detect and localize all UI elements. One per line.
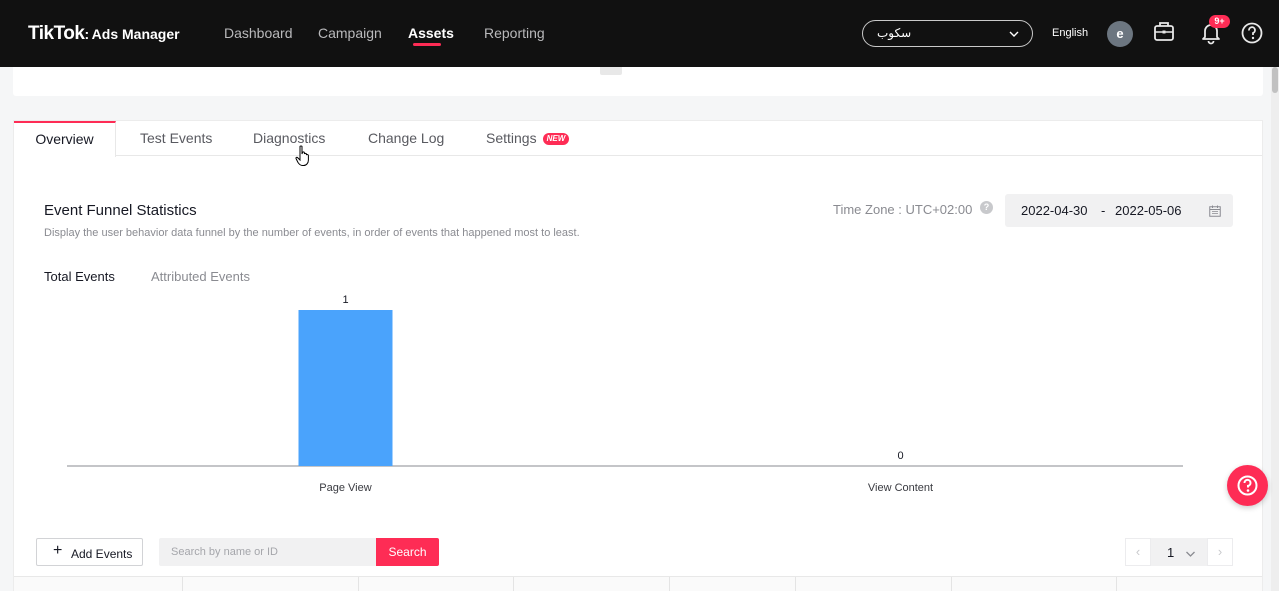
chart-bar[interactable]	[298, 310, 393, 466]
help-circle-icon[interactable]	[1241, 20, 1265, 51]
date-end: 2022-05-06	[1115, 203, 1182, 218]
account-selector[interactable]: سكوب	[862, 20, 1033, 47]
nav-item-reporting[interactable]: Reporting	[484, 25, 545, 41]
prev-page-button[interactable]: ‹	[1125, 538, 1151, 566]
logo-text: TikTok	[28, 23, 85, 44]
calendar-icon	[1209, 205, 1221, 220]
page-scrollbar[interactable]	[1271, 67, 1279, 591]
chevron-down-icon	[1185, 547, 1196, 562]
tab-diagnostics[interactable]: Diagnostics	[253, 121, 325, 156]
avatar[interactable]: e	[1107, 21, 1133, 47]
date-start: 2022-04-30	[1021, 203, 1088, 218]
scrollbar-thumb[interactable]	[1272, 67, 1278, 93]
nav-item-campaign[interactable]: Campaign	[318, 25, 382, 41]
chevron-down-icon	[1008, 27, 1020, 45]
search-button[interactable]: Search	[376, 538, 439, 566]
event-funnel-chart: 1 Page View 0 View Content	[67, 294, 1183, 494]
column-divider	[951, 577, 952, 591]
events-table-header	[14, 576, 1262, 591]
nav-item-assets[interactable]: Assets	[408, 25, 454, 41]
top-navigation-bar: TikTok: Ads Manager Dashboard Campaign As…	[0, 0, 1279, 67]
chart-value-label: 1	[342, 294, 348, 306]
copy-icon[interactable]	[600, 67, 622, 75]
section-description: Display the user behavior data funnel by…	[44, 227, 580, 239]
column-divider	[795, 577, 796, 591]
search-input[interactable]	[159, 538, 376, 566]
subtab-total-events[interactable]: Total Events	[44, 269, 115, 284]
section-title: Event Funnel Statistics	[44, 202, 197, 219]
notification-badge: 9+	[1209, 15, 1230, 28]
next-page-button[interactable]: ›	[1207, 538, 1233, 566]
tab-test-events[interactable]: Test Events	[140, 121, 212, 156]
nav-item-dashboard[interactable]: Dashboard	[224, 25, 293, 41]
new-badge: NEW	[542, 133, 570, 145]
help-chat-button[interactable]	[1227, 465, 1268, 506]
subtab-attributed-events[interactable]: Attributed Events	[151, 269, 250, 284]
current-page: 1	[1167, 545, 1175, 560]
add-events-label: Add Events	[71, 547, 133, 561]
event-overview-card: Overview Test Events Diagnostics Change …	[13, 120, 1263, 591]
question-mark-icon[interactable]: ?	[980, 201, 993, 214]
column-divider	[182, 577, 183, 591]
plus-icon: +	[53, 542, 63, 559]
help-icon	[1237, 475, 1258, 496]
column-divider	[358, 577, 359, 591]
language-switcher[interactable]: English	[1052, 27, 1088, 39]
add-events-button[interactable]: + Add Events	[36, 538, 143, 566]
briefcase-icon[interactable]	[1153, 20, 1175, 49]
pixel-header-card	[13, 67, 1263, 96]
tab-settings-label: Settings	[486, 130, 537, 146]
tab-overview[interactable]: Overview	[14, 121, 116, 157]
page-size-selector[interactable]: 1	[1151, 538, 1207, 566]
column-divider	[513, 577, 514, 591]
logo-subtext: Ads Manager	[91, 26, 180, 42]
chart-category-label: Page View	[319, 482, 371, 494]
date-separator: -	[1101, 203, 1106, 218]
hand-pointer-cursor-icon	[295, 145, 311, 172]
column-divider	[669, 577, 670, 591]
date-range-picker[interactable]: 2022-04-30 - 2022-05-06	[1005, 194, 1233, 227]
timezone-label: Time Zone : UTC+02:00	[833, 202, 973, 217]
active-nav-indicator	[413, 43, 441, 46]
pagination: ‹ 1 ›	[1125, 538, 1233, 566]
column-divider	[1116, 577, 1117, 591]
chart-category-label: View Content	[868, 482, 933, 494]
chart-value-label: 0	[897, 450, 903, 462]
tab-settings[interactable]: Settings NEW	[486, 121, 570, 156]
tab-change-log[interactable]: Change Log	[368, 121, 444, 156]
account-name: سكوب	[877, 26, 912, 40]
tiktok-ads-manager-logo[interactable]: TikTok: Ads Manager	[28, 23, 180, 45]
tab-bar: Overview Test Events Diagnostics Change …	[14, 121, 1262, 157]
